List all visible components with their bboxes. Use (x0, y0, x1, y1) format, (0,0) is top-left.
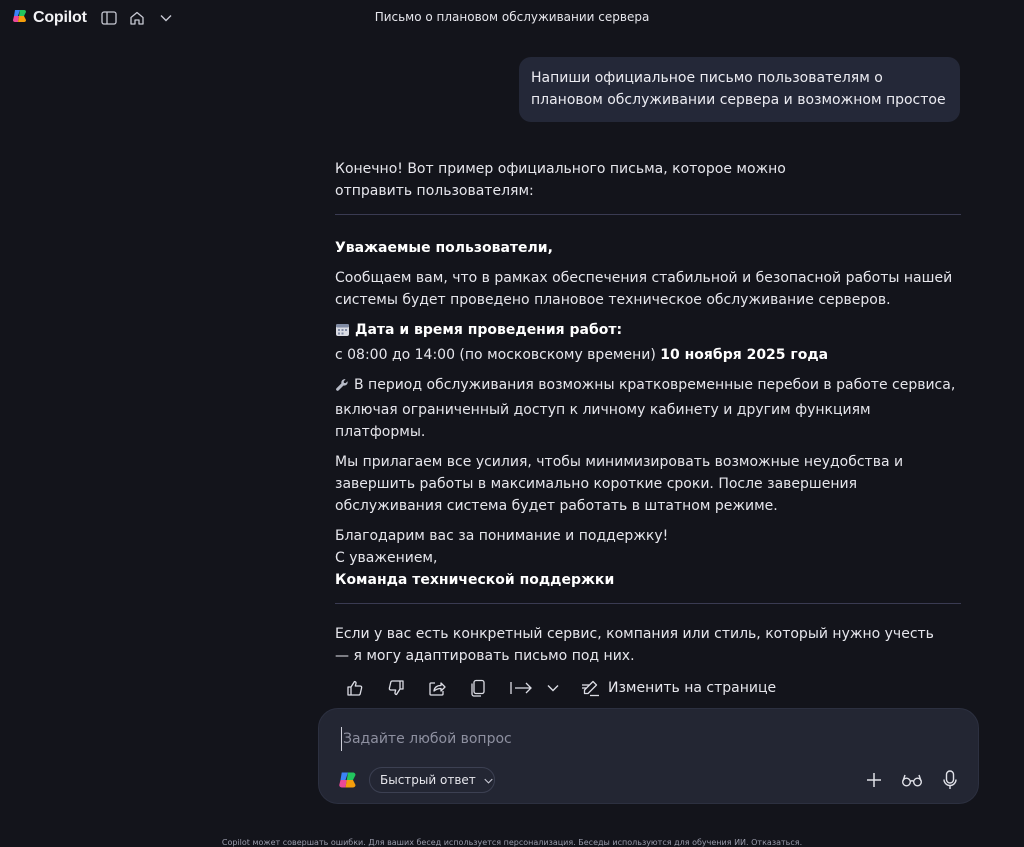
calendar-icon (335, 322, 350, 344)
chevron-down-icon[interactable] (542, 677, 564, 699)
glasses-icon[interactable] (901, 769, 923, 791)
letter-para-2: В период обслуживания возможны кратковре… (335, 377, 956, 440)
copilot-icon[interactable] (337, 769, 359, 791)
plus-icon[interactable] (863, 769, 885, 791)
chevron-down-icon (484, 773, 493, 787)
edit-pen-icon[interactable] (580, 677, 602, 699)
chat-title: Письмо о плановом обслуживании сервера (374, 10, 650, 24)
response-intro: Конечно! Вот пример официального письма,… (335, 161, 786, 199)
share-icon[interactable] (426, 677, 448, 699)
top-bar: Copilot Письмо о плановом обслуживании с… (0, 0, 1024, 36)
user-message: Напиши официальное письмо пользователям … (519, 57, 960, 122)
message-input[interactable] (341, 727, 945, 751)
microphone-icon[interactable] (939, 769, 961, 791)
mode-selector-button[interactable]: Быстрый ответ (369, 767, 495, 793)
divider (335, 214, 961, 215)
letter-para-1: Сообщаем вам, что в рамках обеспечения с… (335, 270, 953, 308)
letter-time: с 08:00 до 14:00 (по московскому времени… (335, 347, 661, 363)
letter-greeting: Уважаемые пользователи, (335, 240, 553, 256)
export-icon[interactable] (508, 677, 536, 699)
thumbs-up-icon[interactable] (344, 677, 366, 699)
letter-signature: Команда технической поддержки (335, 572, 615, 588)
letter-regards: С уважением, (335, 550, 438, 566)
copy-icon[interactable] (467, 677, 489, 699)
letter-date-heading: Дата и время проведения работ: (355, 322, 623, 338)
letter-para-3: Мы прилагаем все усилия, чтобы минимизир… (335, 454, 904, 514)
divider (335, 603, 961, 604)
composer: Быстрый ответ (318, 708, 979, 804)
thumbs-down-icon[interactable] (385, 677, 407, 699)
letter-date: 10 ноября 2025 года (660, 347, 829, 363)
response-followup: Если у вас есть конкретный сервис, компа… (335, 626, 934, 664)
response-actions: Изменить на странице (344, 676, 776, 700)
letter-para-2-row: В период обслуживания возможны кратковре… (335, 374, 961, 443)
letter-thanks: Благодарим вас за понимание и поддержку! (335, 528, 669, 544)
letter-date-heading-row: Дата и время проведения работ: (335, 319, 961, 344)
edit-on-page-button[interactable]: Изменить на странице (608, 680, 776, 696)
mode-label: Быстрый ответ (380, 773, 476, 787)
wrench-icon (335, 377, 349, 399)
letter-time-row: с 08:00 до 14:00 (по московскому времени… (335, 344, 961, 366)
assistant-response: Конечно! Вот пример официального письма,… (335, 158, 961, 667)
